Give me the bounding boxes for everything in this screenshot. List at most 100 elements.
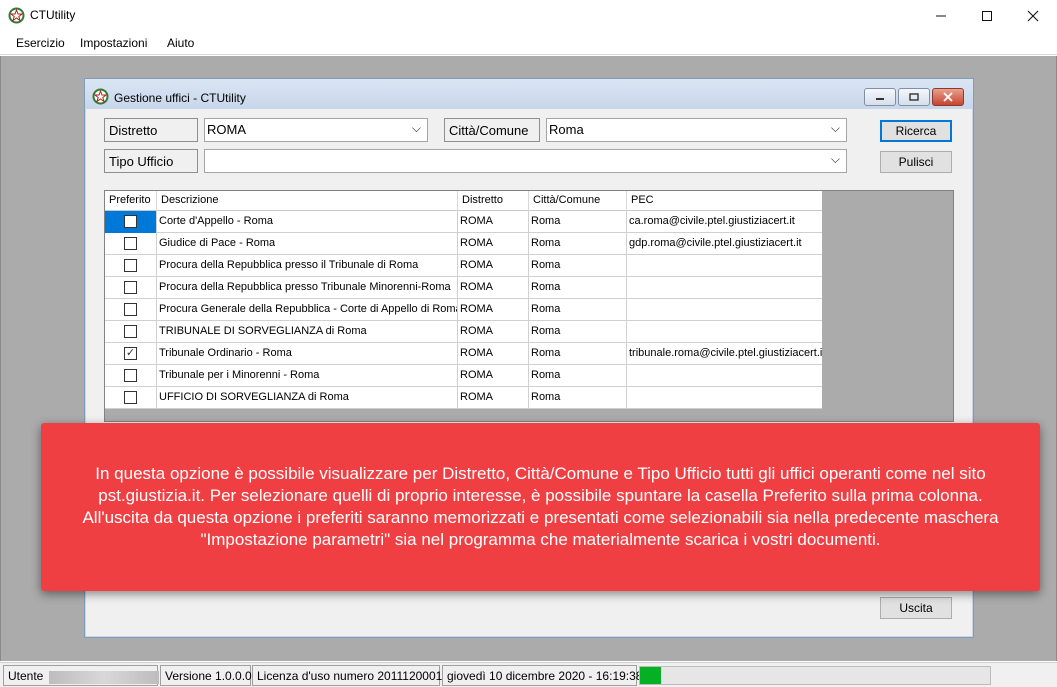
- cell-pec: [627, 365, 822, 387]
- chevron-down-icon: ⌵: [830, 121, 840, 135]
- preferito-checkbox[interactable]: [124, 369, 137, 382]
- dialog-close-button[interactable]: [932, 88, 964, 106]
- tipo-ufficio-label: Tipo Ufficio: [104, 149, 198, 173]
- table-row[interactable]: Procura della Repubblica presso Tribunal…: [105, 277, 822, 299]
- grid-table: Preferito Descrizione Distretto Città/Co…: [105, 191, 822, 409]
- preferito-checkbox[interactable]: [124, 237, 137, 250]
- status-versione: Versione 1.0.0.0: [160, 665, 252, 686]
- close-icon: [1027, 10, 1039, 21]
- cell-citta: Roma: [529, 277, 627, 299]
- dialog-minimize-button[interactable]: [864, 88, 896, 106]
- cell-descrizione: Procura Generale della Repubblica - Cort…: [157, 299, 458, 321]
- cell-descrizione: Corte d'Appello - Roma: [157, 211, 458, 233]
- table-row[interactable]: Procura della Repubblica presso il Tribu…: [105, 255, 822, 277]
- distretto-combo[interactable]: ROMA ⌵: [204, 118, 428, 142]
- preferito-checkbox[interactable]: [124, 325, 137, 338]
- citta-combo[interactable]: Roma ⌵: [546, 118, 847, 142]
- cell-preferito: [105, 387, 157, 409]
- preferito-checkbox[interactable]: ✓: [124, 347, 137, 360]
- column-header-pec[interactable]: PEC: [627, 191, 822, 211]
- cell-distretto: ROMA: [458, 387, 529, 409]
- column-header-preferito[interactable]: Preferito: [105, 191, 157, 211]
- grid-header: Preferito Descrizione Distretto Città/Co…: [105, 191, 822, 211]
- cell-pec: [627, 255, 822, 277]
- cell-descrizione: Tribunale per i Minorenni - Roma: [157, 365, 458, 387]
- progress-bar: [639, 666, 991, 685]
- distretto-label: Distretto: [104, 118, 198, 142]
- table-row[interactable]: ✓ Tribunale Ordinario - Roma ROMA Roma tribu…: [105, 343, 822, 365]
- pulisci-button[interactable]: Pulisci: [880, 151, 952, 173]
- cell-preferito: [105, 321, 157, 343]
- preferito-checkbox[interactable]: [124, 215, 137, 228]
- cell-distretto: ROMA: [458, 211, 529, 233]
- cell-citta: Roma: [529, 211, 627, 233]
- app-window: CTUtility Esercizio Impostazioni Aiuto G…: [0, 0, 1057, 687]
- cell-citta: Roma: [529, 299, 627, 321]
- cell-pec: tribunale.roma@civile.ptel.giustiziacert…: [629, 347, 822, 359]
- cell-preferito: [105, 365, 157, 387]
- cell-citta: Roma: [529, 387, 627, 409]
- cell-pec: [627, 321, 822, 343]
- cell-citta: Roma: [529, 343, 627, 365]
- cell-distretto: ROMA: [458, 343, 529, 365]
- cell-pec: [627, 299, 822, 321]
- cell-pec: [627, 387, 822, 409]
- cell-distretto: ROMA: [458, 321, 529, 343]
- menu-bar: Esercizio Impostazioni Aiuto: [0, 31, 1057, 55]
- preferito-checkbox[interactable]: [124, 281, 137, 294]
- uscita-button[interactable]: Uscita: [880, 597, 952, 619]
- cell-preferito: [105, 211, 157, 233]
- cell-citta: Roma: [529, 365, 627, 387]
- preferito-checkbox[interactable]: [124, 391, 137, 404]
- column-header-distretto[interactable]: Distretto: [458, 191, 529, 211]
- menu-aiuto[interactable]: Aiuto: [167, 36, 194, 50]
- restore-icon: [909, 93, 919, 101]
- cell-pec: gdp.roma@civile.ptel.giustiziacert.it: [629, 237, 802, 249]
- cell-distretto: ROMA: [458, 233, 529, 255]
- cell-pec: [627, 277, 822, 299]
- chevron-down-icon: ⌵: [830, 152, 840, 166]
- column-header-descrizione[interactable]: Descrizione: [157, 191, 458, 211]
- cell-distretto: ROMA: [458, 277, 529, 299]
- minimize-icon: [876, 98, 884, 100]
- status-utente: Utente: [3, 665, 159, 686]
- dialog-restore-button[interactable]: [898, 88, 930, 106]
- info-callout: In questa opzione è possibile visualizza…: [41, 423, 1040, 591]
- table-row[interactable]: UFFICIO DI SORVEGLIANZA di Roma ROMA Roma: [105, 387, 822, 409]
- close-button[interactable]: [1010, 0, 1056, 31]
- minimize-icon: [936, 15, 946, 16]
- cell-descrizione: Procura della Repubblica presso il Tribu…: [157, 255, 458, 277]
- dialog-title: Gestione uffici - CTUtility: [114, 91, 246, 105]
- status-datetime: giovedì 10 dicembre 2020 - 16:19:38: [442, 665, 642, 686]
- preferito-checkbox[interactable]: [124, 303, 137, 316]
- table-row[interactable]: Corte d'Appello - Roma ROMA Roma ca.roma@ci…: [105, 211, 822, 233]
- app-emblem-icon: [8, 7, 25, 24]
- citta-label: Città/Comune: [444, 118, 540, 142]
- cell-citta: Roma: [529, 255, 627, 277]
- table-row[interactable]: TRIBUNALE DI SORVEGLIANZA di Roma ROMA Rom…: [105, 321, 822, 343]
- table-row[interactable]: Tribunale per i Minorenni - Roma ROMA Roma: [105, 365, 822, 387]
- table-row[interactable]: Giudice di Pace - Roma ROMA Roma gdp.roma@c…: [105, 233, 822, 255]
- utente-label: Utente: [8, 669, 44, 683]
- menu-impostazioni[interactable]: Impostazioni: [80, 36, 147, 50]
- table-row[interactable]: Procura Generale della Repubblica - Cort…: [105, 299, 822, 321]
- cell-citta: Roma: [529, 233, 627, 255]
- distretto-value: ROMA: [207, 122, 246, 137]
- redacted-username: [49, 671, 159, 684]
- preferito-checkbox[interactable]: [124, 259, 137, 272]
- maximize-button[interactable]: [964, 0, 1010, 31]
- cell-preferito: [105, 255, 157, 277]
- ricerca-button[interactable]: Ricerca: [880, 120, 952, 142]
- tipo-ufficio-combo[interactable]: ⌵: [204, 149, 847, 173]
- cell-descrizione: Procura della Repubblica presso Tribunal…: [157, 277, 458, 299]
- dialog-emblem-icon: [92, 88, 109, 105]
- title-bar: CTUtility: [0, 0, 1057, 31]
- chevron-down-icon: ⌵: [411, 121, 421, 135]
- minimize-button[interactable]: [918, 0, 964, 31]
- column-header-citta[interactable]: Città/Comune: [529, 191, 627, 211]
- cell-descrizione: Giudice di Pace - Roma: [157, 233, 458, 255]
- window-title: CTUtility: [30, 8, 76, 22]
- cell-preferito: ✓: [105, 343, 157, 365]
- menu-esercizio[interactable]: Esercizio: [16, 36, 65, 50]
- cell-preferito: [105, 233, 157, 255]
